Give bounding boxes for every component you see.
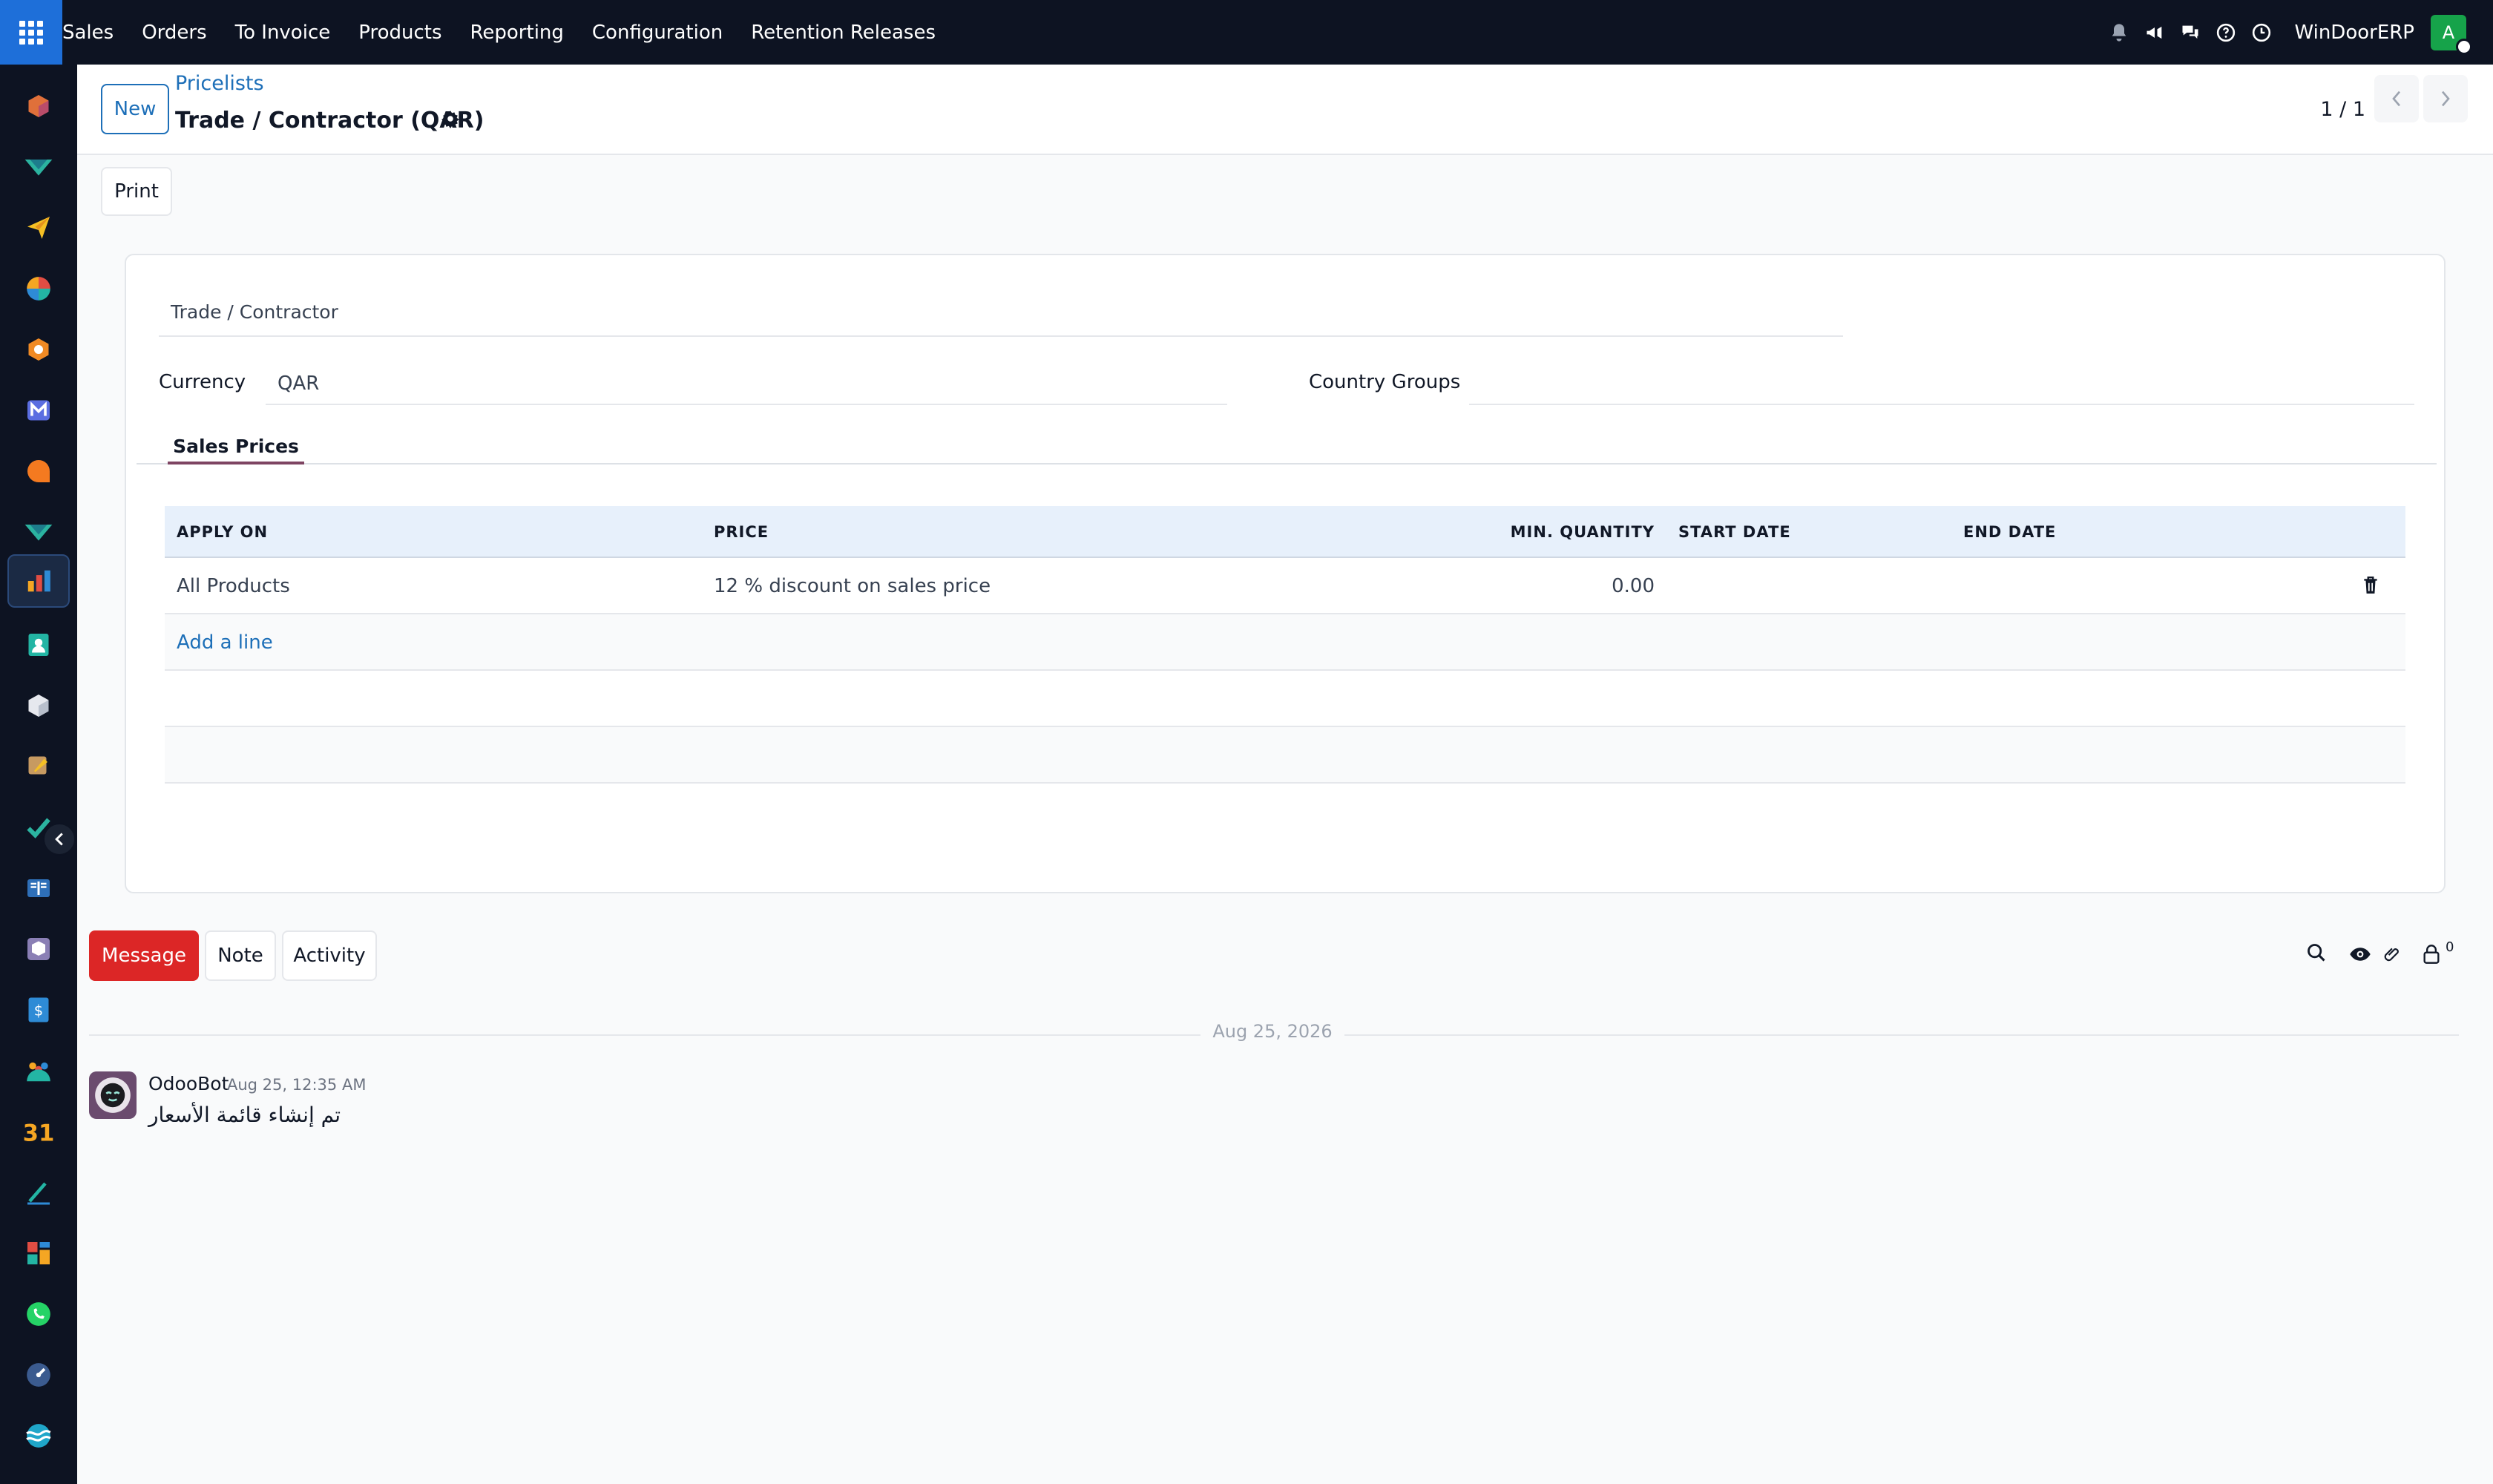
pager-previous-button[interactable] [2374, 75, 2419, 122]
navbar-systray: WinDoorERP A [2101, 0, 2493, 65]
table-row[interactable]: All Products 12 % discount on sales pric… [165, 558, 2405, 614]
pricelist-name-input[interactable]: Trade / Contractor [159, 294, 1843, 337]
header-start-date[interactable]: START DATE [1678, 506, 1791, 558]
svg-text:$: $ [34, 1002, 43, 1020]
menu-to-invoice[interactable]: To Invoice [221, 22, 345, 44]
app-speech-bubble-icon[interactable] [7, 444, 70, 498]
app-whatsapp-icon[interactable] [7, 1287, 70, 1341]
app-check-ribbon-icon[interactable] [7, 140, 70, 194]
app-brush-icon[interactable] [7, 740, 70, 793]
app-box-icon[interactable] [7, 679, 70, 732]
app-mail-m-icon[interactable] [7, 384, 70, 437]
search-icon[interactable] [2306, 942, 2327, 966]
log-note-button[interactable]: Note [205, 930, 276, 981]
follower-count: 0 [2446, 939, 2454, 955]
schedule-activity-button[interactable]: Activity [282, 930, 377, 981]
header-apply-on[interactable]: APPLY ON [177, 506, 268, 558]
company-name[interactable]: WinDoorERP [2294, 22, 2414, 44]
empty-row [165, 727, 2405, 784]
menu-sales[interactable]: Sales [62, 22, 128, 44]
help-icon[interactable] [2208, 0, 2244, 65]
chevron-right-icon [2441, 91, 2450, 107]
apps-grid-icon [19, 20, 43, 45]
app-pie-icon[interactable] [7, 262, 70, 315]
megaphone-icon[interactable] [2137, 0, 2172, 65]
notebook-tabs: Sales Prices [137, 430, 2437, 464]
odoobot-avatar[interactable] [89, 1071, 137, 1119]
message-author[interactable]: OdooBot [148, 1073, 229, 1094]
control-panel: New Pricelists Trade / Contractor (QAR) … [77, 65, 2493, 155]
app-book-icon[interactable] [7, 861, 70, 915]
empty-row [165, 671, 2405, 727]
app-wave-logo-icon[interactable] [7, 1409, 70, 1462]
app-contacts-icon[interactable] [7, 618, 70, 672]
user-avatar[interactable]: A [2431, 14, 2472, 55]
clock-icon[interactable] [2244, 0, 2279, 65]
app-package-icon[interactable] [7, 922, 70, 976]
app-calendar-31-icon[interactable]: 31 [7, 1105, 70, 1158]
chevron-left-icon [2392, 91, 2401, 107]
country-groups-field[interactable] [1469, 364, 2414, 405]
pager-next-button[interactable] [2423, 75, 2468, 122]
menu-reporting[interactable]: Reporting [456, 22, 578, 44]
trash-icon[interactable] [2362, 576, 2379, 598]
app-gauge-icon[interactable] [7, 1348, 70, 1402]
add-line-row: Add a line [165, 614, 2405, 671]
app-team-icon[interactable] [7, 1044, 70, 1097]
presence-dot [2456, 38, 2472, 55]
currency-field[interactable]: QAR [266, 364, 1227, 405]
gear-icon[interactable] [441, 109, 460, 131]
header-end-date[interactable]: END DATE [1963, 506, 2056, 558]
sales-prices-table: APPLY ON PRICE MIN. QUANTITY START DATE … [165, 506, 2405, 784]
app-cube-icon[interactable] [7, 79, 70, 133]
form-sheet: Trade / Contractor Currency QAR Country … [125, 254, 2446, 893]
top-navbar: Sales Orders To Invoice Products Reporti… [0, 0, 2493, 65]
sidebar-collapse-button[interactable] [43, 823, 76, 856]
date-separator: Aug 25, 2026 [1212, 1021, 1333, 1042]
table-header: APPLY ON PRICE MIN. QUANTITY START DATE … [165, 506, 2405, 558]
date-divider-right [1344, 1034, 2459, 1036]
svg-text:31: 31 [24, 1120, 53, 1145]
app-paper-plane-icon[interactable] [7, 201, 70, 255]
new-button[interactable]: New [101, 84, 169, 134]
bell-icon[interactable] [2101, 0, 2137, 65]
avatar-initial: A [2442, 22, 2455, 43]
menu-products[interactable]: Products [344, 22, 456, 44]
pager-counter[interactable]: 1 / 1 [2320, 84, 2365, 134]
main-menu: Sales Orders To Invoice Products Reporti… [62, 0, 950, 65]
menu-configuration[interactable]: Configuration [578, 22, 737, 44]
page-title: Trade / Contractor (QAR) [175, 108, 485, 134]
message-date: Aug 25, 12:35 AM [227, 1076, 367, 1094]
app-ribbon-icon[interactable] [7, 505, 70, 559]
menu-retention-releases[interactable]: Retention Releases [737, 22, 950, 44]
app-sign-pen-icon[interactable] [7, 1166, 70, 1219]
currency-label: Currency [159, 371, 246, 393]
apps-menu-button[interactable] [0, 0, 62, 65]
breadcrumb-pricelists[interactable]: Pricelists [175, 72, 264, 95]
tab-sales-prices[interactable]: Sales Prices [168, 430, 304, 464]
print-button[interactable]: Print [101, 167, 172, 216]
app-sales-chart-icon[interactable] [7, 554, 70, 608]
date-divider-left [89, 1034, 1200, 1036]
add-line-link[interactable]: Add a line [177, 614, 273, 671]
cell-apply-on: All Products [177, 575, 290, 597]
app-sidebar: $ 31 [0, 65, 77, 1484]
country-groups-label: Country Groups [1309, 371, 1461, 393]
cell-min-quantity: 0.00 [1612, 575, 1655, 597]
header-min-quantity[interactable]: MIN. QUANTITY [1500, 506, 1655, 558]
eye-icon[interactable] [2349, 945, 2371, 966]
message-body: تم إنشاء قائمة الأسعار [148, 1103, 341, 1127]
follower-lock-icon[interactable] [2422, 944, 2441, 968]
send-message-button[interactable]: Message [89, 930, 199, 981]
paperclip-icon[interactable] [2383, 944, 2402, 968]
app-invoice-dollar-icon[interactable]: $ [7, 983, 70, 1037]
app-hexagon-icon[interactable] [7, 323, 70, 376]
menu-orders[interactable]: Orders [128, 22, 220, 44]
cell-price: 12 % discount on sales price [714, 575, 991, 597]
app-dashboard-icon[interactable] [7, 1227, 70, 1280]
header-price[interactable]: PRICE [714, 506, 769, 558]
chat-bubbles-icon[interactable] [2172, 0, 2208, 65]
